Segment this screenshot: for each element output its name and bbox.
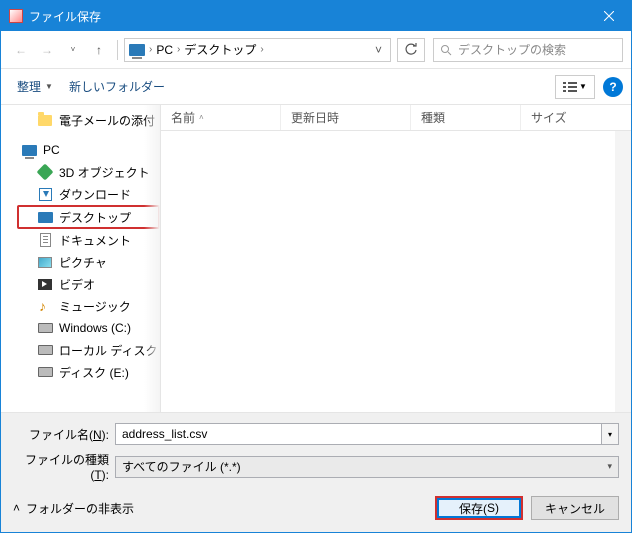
pc-icon bbox=[129, 44, 145, 56]
refresh-icon bbox=[404, 43, 418, 57]
back-button[interactable]: ← bbox=[9, 38, 33, 62]
close-icon bbox=[604, 11, 614, 21]
tree-item-pc[interactable]: PC bbox=[1, 139, 160, 161]
save-button[interactable]: 保存(S) bbox=[435, 496, 523, 520]
video-icon bbox=[38, 279, 52, 290]
list-body[interactable] bbox=[161, 131, 631, 412]
chevron-up-icon: ˄ bbox=[13, 501, 20, 515]
view-icon bbox=[563, 81, 577, 93]
filename-label: ファイル名(N): bbox=[13, 426, 109, 443]
breadcrumb-dropdown[interactable]: ˅ bbox=[371, 43, 386, 57]
search-box[interactable]: デスクトップの検索 bbox=[433, 38, 623, 62]
column-name[interactable]: 名前˄ bbox=[161, 105, 281, 130]
filetype-label: ファイルの種類(T): bbox=[13, 451, 109, 482]
3d-icon bbox=[37, 164, 54, 181]
actions-row: ˄フォルダーの非表示 保存(S) キャンセル bbox=[13, 496, 619, 520]
filename-dropdown[interactable]: ▾ bbox=[601, 423, 619, 445]
column-type[interactable]: 種類 bbox=[411, 105, 521, 130]
refresh-button[interactable] bbox=[397, 38, 425, 62]
chevron-right-icon[interactable]: › bbox=[260, 44, 263, 55]
music-icon bbox=[39, 299, 51, 313]
list-header: 名前˄ 更新日時 種類 サイズ bbox=[161, 105, 631, 131]
organize-button[interactable]: 整理▼ bbox=[9, 74, 61, 99]
tree-item-drive-e[interactable]: ディスク (E:) bbox=[1, 361, 160, 383]
body: 電子メールの添付 PC 3D オブジェクト ダウンロード デスクトップ ドキュメ… bbox=[1, 105, 631, 412]
tree-item-music[interactable]: ミュージック bbox=[1, 295, 160, 317]
view-button[interactable]: ▼ bbox=[555, 75, 595, 99]
tree-item-3d-objects[interactable]: 3D オブジェクト bbox=[1, 161, 160, 183]
column-size[interactable]: サイズ bbox=[521, 105, 631, 130]
tree-item-documents[interactable]: ドキュメント bbox=[1, 229, 160, 251]
hide-folders-button[interactable]: ˄フォルダーの非表示 bbox=[13, 500, 134, 517]
cancel-button[interactable]: キャンセル bbox=[531, 496, 619, 520]
pc-icon bbox=[22, 145, 37, 156]
filetype-row: ファイルの種類(T): すべてのファイル (*.*)▾ bbox=[13, 451, 619, 482]
filetype-select[interactable]: すべてのファイル (*.*)▾ bbox=[115, 456, 619, 478]
separator bbox=[117, 40, 118, 60]
file-list: 名前˄ 更新日時 種類 サイズ bbox=[161, 105, 631, 412]
download-icon bbox=[39, 188, 52, 201]
search-icon bbox=[440, 44, 452, 56]
recent-dropdown[interactable]: ˅ bbox=[61, 38, 85, 62]
breadcrumb-pc[interactable]: PC bbox=[156, 43, 173, 57]
window-title: ファイル保存 bbox=[29, 8, 586, 25]
drive-icon bbox=[38, 345, 53, 355]
tree-item-downloads[interactable]: ダウンロード bbox=[1, 183, 160, 205]
picture-icon bbox=[38, 257, 52, 268]
chevron-down-icon: ▼ bbox=[45, 82, 53, 91]
filename-input[interactable] bbox=[115, 423, 601, 445]
nav-bar: ← → ˅ ↑ › PC › デスクトップ › ˅ デスクトップの検索 bbox=[1, 31, 631, 69]
filename-row: ファイル名(N): ▾ bbox=[13, 423, 619, 445]
toolbar: 整理▼ 新しいフォルダー ▼ ? bbox=[1, 69, 631, 105]
folder-tree: 電子メールの添付 PC 3D オブジェクト ダウンロード デスクトップ ドキュメ… bbox=[1, 105, 161, 412]
up-button[interactable]: ↑ bbox=[87, 38, 111, 62]
chevron-right-icon[interactable]: › bbox=[177, 44, 180, 55]
new-folder-button[interactable]: 新しいフォルダー bbox=[61, 74, 173, 99]
chevron-down-icon: ▼ bbox=[579, 82, 587, 91]
search-placeholder: デスクトップの検索 bbox=[458, 41, 566, 58]
tree-item-pictures[interactable]: ピクチャ bbox=[1, 251, 160, 273]
chevron-right-icon[interactable]: › bbox=[149, 44, 152, 55]
breadcrumb[interactable]: › PC › デスクトップ › ˅ bbox=[124, 38, 391, 62]
document-icon bbox=[40, 233, 51, 247]
breadcrumb-folder[interactable]: デスクトップ bbox=[184, 41, 256, 58]
help-button[interactable]: ? bbox=[603, 77, 623, 97]
app-icon bbox=[9, 9, 23, 23]
tree-item-drive-d[interactable]: ローカル ディスク (D bbox=[1, 339, 160, 361]
sort-indicator: ˄ bbox=[199, 113, 204, 122]
drive-icon bbox=[38, 323, 53, 333]
column-date[interactable]: 更新日時 bbox=[281, 105, 411, 130]
folder-icon bbox=[38, 115, 52, 126]
bottom-panel: ファイル名(N): ▾ ファイルの種類(T): すべてのファイル (*.*)▾ … bbox=[1, 412, 631, 532]
tree-item-videos[interactable]: ビデオ bbox=[1, 273, 160, 295]
tree-item-drive-c[interactable]: Windows (C:) bbox=[1, 317, 160, 339]
desktop-icon bbox=[38, 212, 53, 223]
titlebar: ファイル保存 bbox=[1, 1, 631, 31]
forward-button[interactable]: → bbox=[35, 38, 59, 62]
drive-icon bbox=[38, 367, 53, 377]
tree-item-email-attachments[interactable]: 電子メールの添付 bbox=[1, 109, 160, 131]
tree-item-desktop[interactable]: デスクトップ bbox=[17, 205, 160, 229]
close-button[interactable] bbox=[586, 1, 631, 31]
